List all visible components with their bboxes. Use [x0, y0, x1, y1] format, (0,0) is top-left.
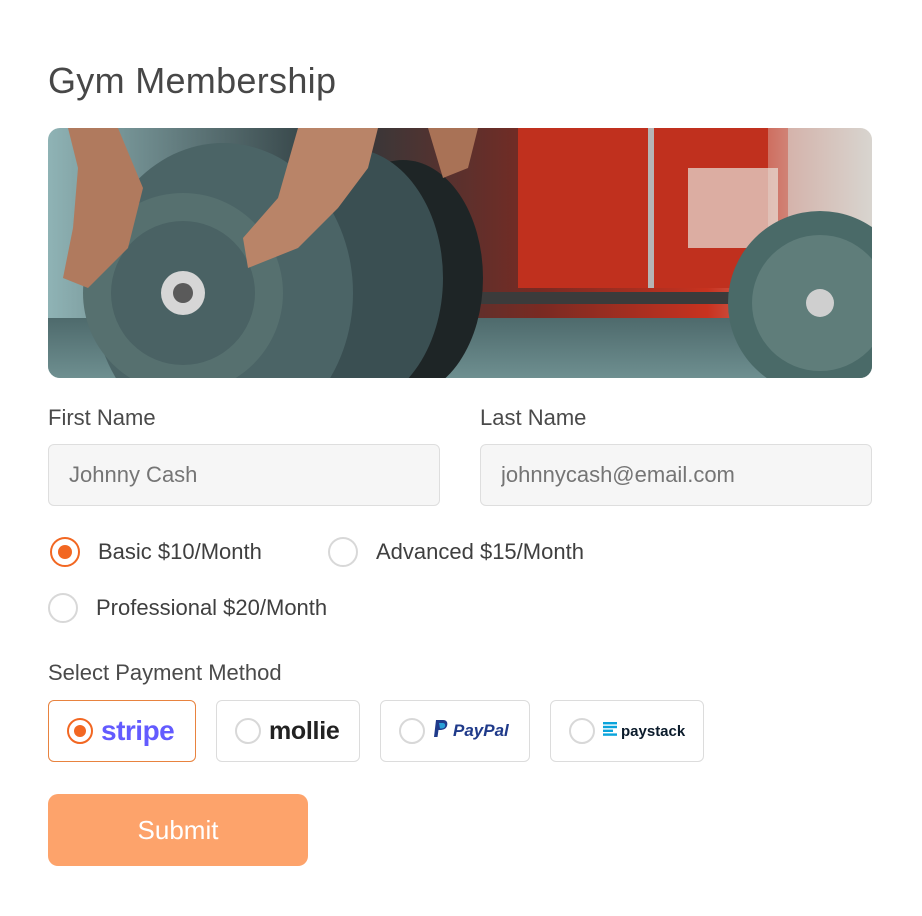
plan-basic-label: Basic $10/Month — [98, 539, 262, 564]
plan-basic-radio[interactable] — [50, 537, 80, 567]
first-name-input[interactable] — [48, 444, 440, 506]
hero-image — [48, 128, 872, 378]
payment-mollie-option[interactable]: mollie — [216, 700, 360, 762]
gym-barbell-photo — [48, 128, 872, 378]
plan-advanced-radio[interactable] — [328, 537, 358, 567]
payment-paystack-radio[interactable] — [569, 718, 595, 744]
paystack-icon — [603, 721, 617, 741]
last-name-input[interactable] — [480, 444, 872, 506]
plan-advanced-option[interactable]: Advanced $15/Month — [328, 535, 584, 569]
payment-paystack-option[interactable]: paystack — [550, 700, 704, 762]
payment-stripe-option[interactable]: stripe — [48, 700, 196, 762]
paystack-logo: paystack — [621, 722, 686, 740]
payment-paypal-radio[interactable] — [399, 718, 425, 744]
stripe-logo: stripe — [101, 715, 175, 746]
paypal-icon — [433, 719, 449, 744]
payment-stripe-radio[interactable] — [67, 718, 93, 744]
plan-professional-label: Professional $20/Month — [96, 595, 328, 620]
payment-mollie-radio[interactable] — [235, 718, 261, 744]
plan-advanced-label: Advanced $15/Month — [376, 539, 584, 564]
plan-basic-option[interactable]: Basic $10/Month — [50, 535, 262, 569]
payment-paypal-option[interactable]: PayPal — [380, 700, 530, 762]
submit-button[interactable]: Submit — [48, 794, 308, 866]
last-name-label: Last Name — [480, 405, 587, 430]
plan-professional-option[interactable]: Professional $20/Month — [48, 591, 327, 625]
plan-professional-radio[interactable] — [48, 593, 78, 623]
mollie-logo: mollie — [269, 716, 340, 745]
first-name-label: First Name — [48, 405, 156, 430]
paypal-logo: PayPal — [453, 721, 509, 740]
payment-method-label: Select Payment Method — [48, 660, 282, 685]
page-title: Gym Membership — [48, 60, 337, 101]
